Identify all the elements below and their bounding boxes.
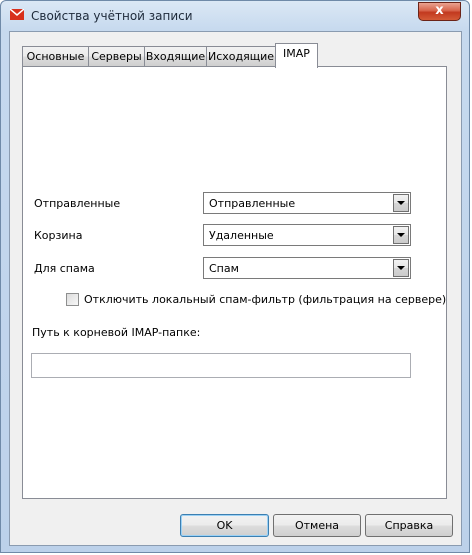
tab-servers[interactable]: Серверы	[88, 46, 145, 66]
help-button[interactable]: Справка	[365, 514, 453, 537]
tab-incoming[interactable]: Входящие	[144, 46, 207, 66]
ok-button[interactable]: OK	[180, 514, 269, 537]
spam-folder-label: Для спама	[34, 262, 95, 275]
trash-folder-value: Удаленные	[209, 229, 274, 242]
chevron-down-icon	[397, 266, 405, 270]
sent-folder-value: Отправленные	[209, 197, 296, 210]
trash-folder-select[interactable]: Удаленные	[203, 224, 411, 246]
chevron-down-icon	[397, 201, 405, 205]
cancel-button[interactable]: Отмена	[273, 514, 361, 537]
imap-tab-panel: Отправленные Отправленные Корзина Удален…	[22, 66, 447, 499]
trash-folder-label: Корзина	[34, 229, 83, 242]
root-path-input[interactable]	[31, 353, 411, 378]
dialog-client-area: Основные Серверы Входящие Исходящие IMAP…	[9, 31, 462, 546]
spam-folder-select[interactable]: Спам	[203, 257, 411, 279]
spam-filter-checkbox[interactable]	[66, 293, 79, 306]
root-path-label: Путь к корневой IMAP-папке:	[32, 326, 201, 339]
tab-general[interactable]: Основные	[22, 46, 89, 66]
sent-folder-dropdown-button[interactable]	[393, 194, 409, 212]
spam-folder-dropdown-button[interactable]	[393, 259, 409, 277]
sent-folder-select[interactable]: Отправленные	[203, 192, 411, 214]
trash-folder-dropdown-button[interactable]	[393, 226, 409, 244]
envelope-icon	[10, 9, 24, 20]
spam-filter-label[interactable]: Отключить локальный спам-фильтр (фильтра…	[84, 293, 446, 306]
window-title: Свойства учётной записи	[31, 9, 193, 23]
close-button[interactable]: x	[418, 2, 461, 21]
spam-folder-value: Спам	[209, 262, 239, 275]
chevron-down-icon	[397, 233, 405, 237]
sent-folder-label: Отправленные	[34, 197, 121, 210]
dialog-window: Свойства учётной записи x Основные Серве…	[0, 0, 470, 553]
tab-imap[interactable]: IMAP	[275, 43, 318, 68]
tab-outgoing[interactable]: Исходящие	[206, 46, 276, 66]
close-icon: x	[435, 3, 444, 18]
title-bar[interactable]: Свойства учётной записи x	[1, 1, 469, 31]
